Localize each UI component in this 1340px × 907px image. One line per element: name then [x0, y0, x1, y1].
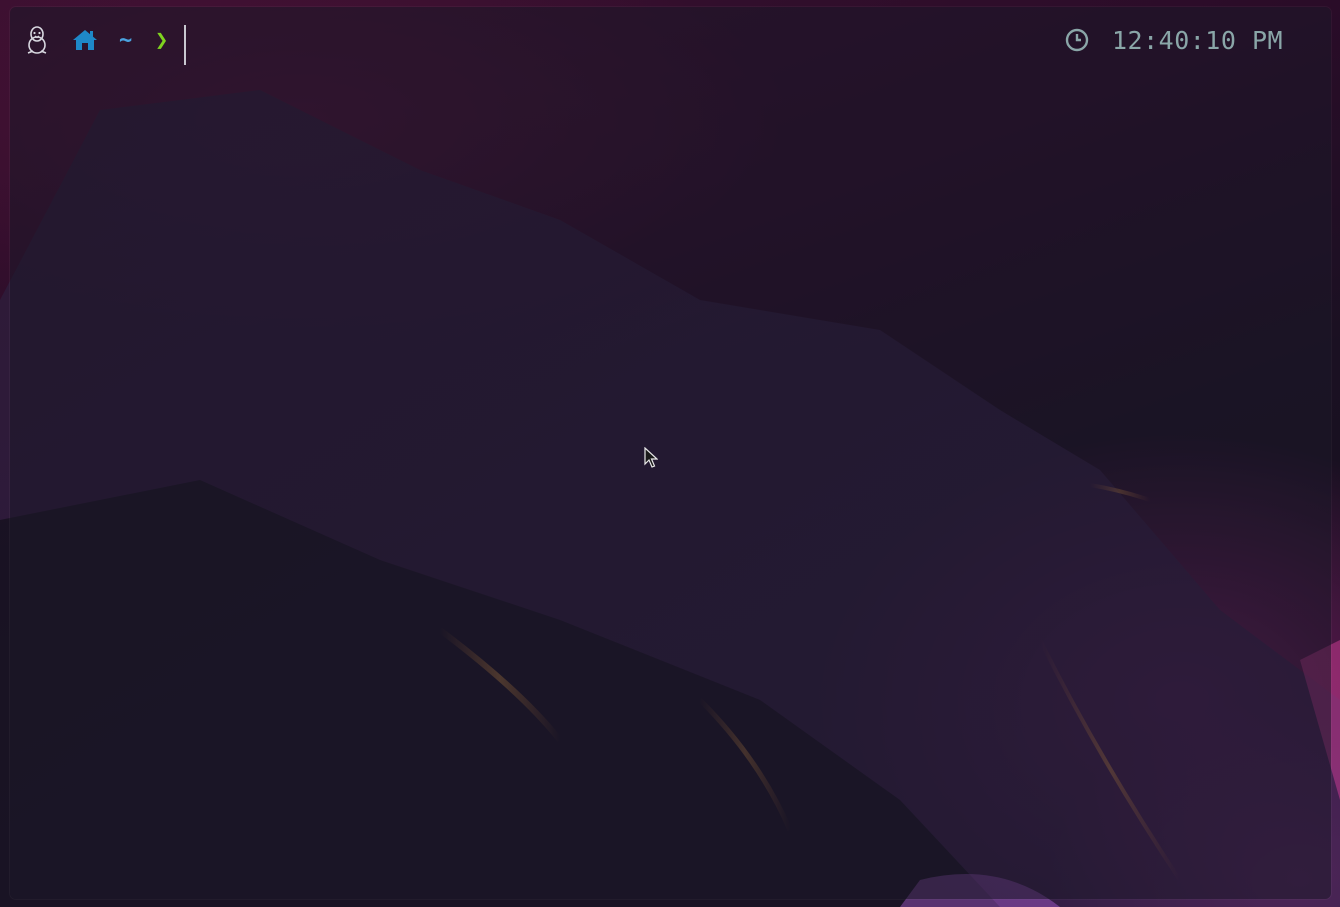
desktop: ~ ❯ 12:40:10 PM	[0, 0, 1340, 907]
tux-penguin-icon	[24, 24, 50, 56]
clock-time: 12:40:10 PM	[1112, 25, 1284, 55]
home-icon	[72, 24, 98, 56]
current-directory: ~	[119, 27, 133, 53]
prompt-chevron: ❯	[155, 27, 169, 53]
clock-icon	[1064, 24, 1090, 56]
text-cursor	[184, 25, 186, 65]
terminal-window[interactable]: ~ ❯ 12:40:10 PM	[10, 7, 1331, 899]
mouse-pointer-icon	[644, 446, 659, 474]
prompt-bar: ~ ❯ 12:40:10 PM	[10, 7, 1331, 73]
